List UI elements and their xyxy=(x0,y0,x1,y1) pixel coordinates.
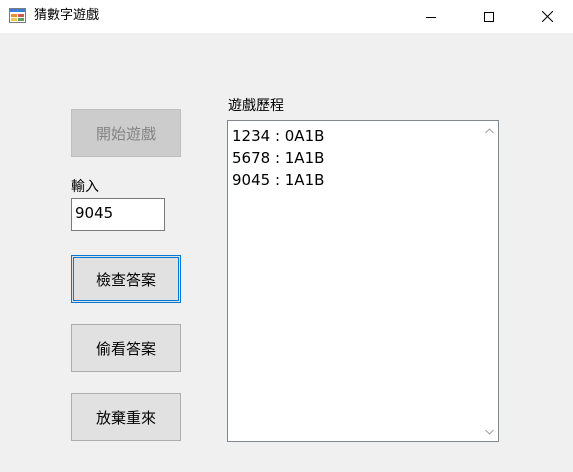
scroll-up-button[interactable] xyxy=(481,122,498,139)
history-item[interactable]: 9045 : 1A1B xyxy=(232,169,324,191)
window-title: 猜數字遊戲 xyxy=(34,8,100,23)
minimize-button[interactable] xyxy=(408,0,454,33)
history-label: 遊戲歷程 xyxy=(228,98,284,114)
chevron-down-icon xyxy=(485,429,494,435)
history-item[interactable]: 5678 : 1A1B xyxy=(232,147,324,169)
windows-form-icon xyxy=(9,8,26,23)
scroll-down-button[interactable] xyxy=(481,423,498,440)
start-game-button[interactable]: 開始遊戲 xyxy=(71,109,181,157)
close-icon xyxy=(541,11,553,22)
guess-input[interactable]: 9045 xyxy=(71,198,165,231)
history-listbox[interactable]: 1234 : 0A1B 5678 : 1A1B 9045 : 1A1B xyxy=(227,120,499,442)
maximize-button[interactable] xyxy=(466,0,512,33)
peek-answer-button[interactable]: 偷看答案 xyxy=(71,324,181,372)
give-up-button[interactable]: 放棄重來 xyxy=(71,393,181,441)
close-button[interactable] xyxy=(524,0,570,33)
maximize-icon xyxy=(484,11,494,22)
minimize-icon xyxy=(426,16,436,18)
title-bar[interactable]: 猜數字遊戲 xyxy=(0,0,573,33)
check-answer-button[interactable]: 檢查答案 xyxy=(71,255,181,303)
history-list: 1234 : 0A1B 5678 : 1A1B 9045 : 1A1B xyxy=(232,125,324,191)
vertical-scrollbar[interactable] xyxy=(481,121,498,441)
history-item[interactable]: 1234 : 0A1B xyxy=(232,125,324,147)
chevron-up-icon xyxy=(485,127,494,133)
input-label: 輸入 xyxy=(71,179,99,195)
